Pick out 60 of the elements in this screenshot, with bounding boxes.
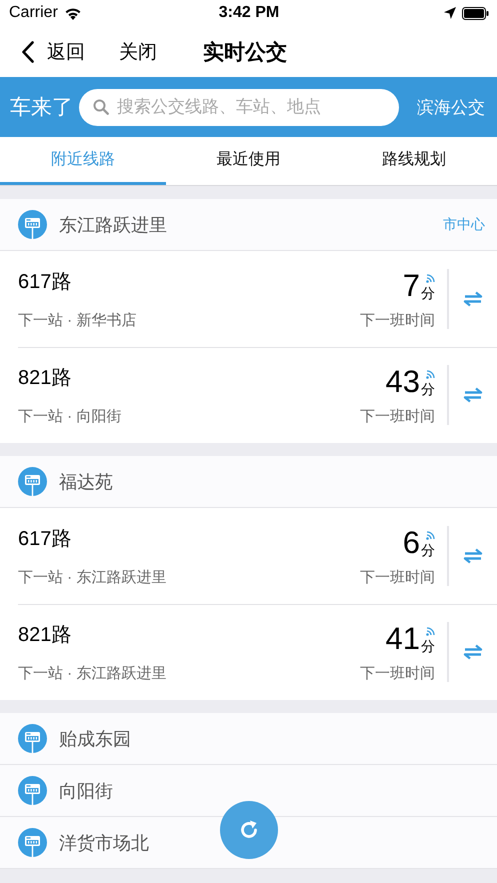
next-stop-label: 下一站 · 东江路跃进里 bbox=[18, 664, 168, 683]
route-name: 617路 bbox=[18, 270, 72, 295]
route-row[interactable]: 821路 下一站 · 东江路跃进里 41分 下一班时间 bbox=[0, 604, 497, 700]
station-header[interactable]: 洋货市场北 bbox=[0, 817, 497, 869]
battery-icon bbox=[462, 6, 489, 20]
minutes-unit: 分 bbox=[421, 638, 435, 656]
minutes-unit: 分 bbox=[421, 380, 435, 398]
bus-stop-icon bbox=[18, 776, 47, 805]
bus-stop-icon bbox=[18, 210, 47, 239]
status-time: 3:42 PM bbox=[218, 4, 280, 22]
station-name: 洋货市场北 bbox=[59, 832, 150, 854]
route-name: 821路 bbox=[18, 623, 72, 648]
bus-stop-icon bbox=[18, 467, 47, 496]
tab[interactable]: 最近使用 bbox=[166, 137, 332, 185]
arrival-minutes: 41 bbox=[386, 622, 420, 656]
district-label: 市中心 bbox=[443, 216, 485, 234]
next-stop-label: 下一站 · 新华书店 bbox=[18, 311, 138, 330]
app-logo-text: 车来了 bbox=[10, 95, 73, 121]
carrier-label: Carrier bbox=[9, 4, 58, 22]
station-header[interactable]: 贻成东园 bbox=[0, 713, 497, 765]
arrival-minutes: 7 bbox=[402, 268, 420, 302]
route-row[interactable]: 821路 下一站 · 向阳街 43分 下一班时间 bbox=[0, 347, 497, 443]
arrival-minutes: 43 bbox=[386, 364, 420, 398]
next-bus-label: 下一班时间 bbox=[360, 568, 435, 586]
next-bus-label: 下一班时间 bbox=[360, 664, 435, 682]
station-name: 贻成东园 bbox=[59, 728, 132, 750]
route-name: 821路 bbox=[18, 366, 72, 391]
route-row[interactable]: 617路 下一站 · 新华书店 7分 下一班时间 bbox=[0, 251, 497, 347]
station-header[interactable]: 东江路跃进里 市中心 bbox=[0, 199, 497, 251]
back-chevron-icon bbox=[22, 40, 34, 62]
wifi-icon bbox=[64, 6, 82, 20]
next-stop-label: 下一站 · 东江路跃进里 bbox=[18, 568, 168, 587]
station-header[interactable]: 向阳街 bbox=[0, 765, 497, 817]
close-button[interactable]: 关闭 bbox=[119, 38, 157, 64]
station-name: 东江路跃进里 bbox=[59, 214, 168, 236]
back-button[interactable]: 返回 bbox=[22, 38, 85, 64]
route-name: 617路 bbox=[18, 527, 72, 552]
minutes-unit: 分 bbox=[421, 284, 435, 302]
bus-stop-icon bbox=[18, 724, 47, 753]
next-stop-label: 下一站 · 向阳街 bbox=[18, 407, 122, 426]
next-bus-label: 下一班时间 bbox=[360, 406, 435, 426]
station-header[interactable]: 福达苑 bbox=[0, 456, 497, 508]
bus-stop-icon bbox=[18, 828, 47, 857]
next-bus-label: 下一班时间 bbox=[360, 310, 435, 330]
minutes-unit: 分 bbox=[421, 542, 435, 560]
route-row[interactable]: 617路 下一站 · 东江路跃进里 6分 下一班时间 bbox=[0, 508, 497, 604]
live-signal-icon bbox=[426, 274, 435, 282]
search-icon bbox=[93, 99, 109, 115]
station-name: 福达苑 bbox=[59, 470, 114, 494]
live-signal-icon bbox=[426, 530, 435, 540]
station-name: 向阳街 bbox=[59, 780, 114, 802]
live-signal-icon bbox=[426, 626, 435, 636]
location-arrow-icon bbox=[444, 7, 456, 19]
search-input[interactable]: 搜索公交线路、车站、地点 bbox=[117, 97, 385, 117]
refresh-icon bbox=[238, 819, 260, 841]
search-field[interactable]: 搜索公交线路、车站、地点 bbox=[79, 88, 399, 126]
arrival-minutes: 6 bbox=[402, 526, 420, 560]
live-signal-icon bbox=[426, 370, 435, 378]
tab[interactable]: 路线规划 bbox=[331, 137, 497, 185]
page-title: 实时公交 bbox=[203, 40, 287, 66]
